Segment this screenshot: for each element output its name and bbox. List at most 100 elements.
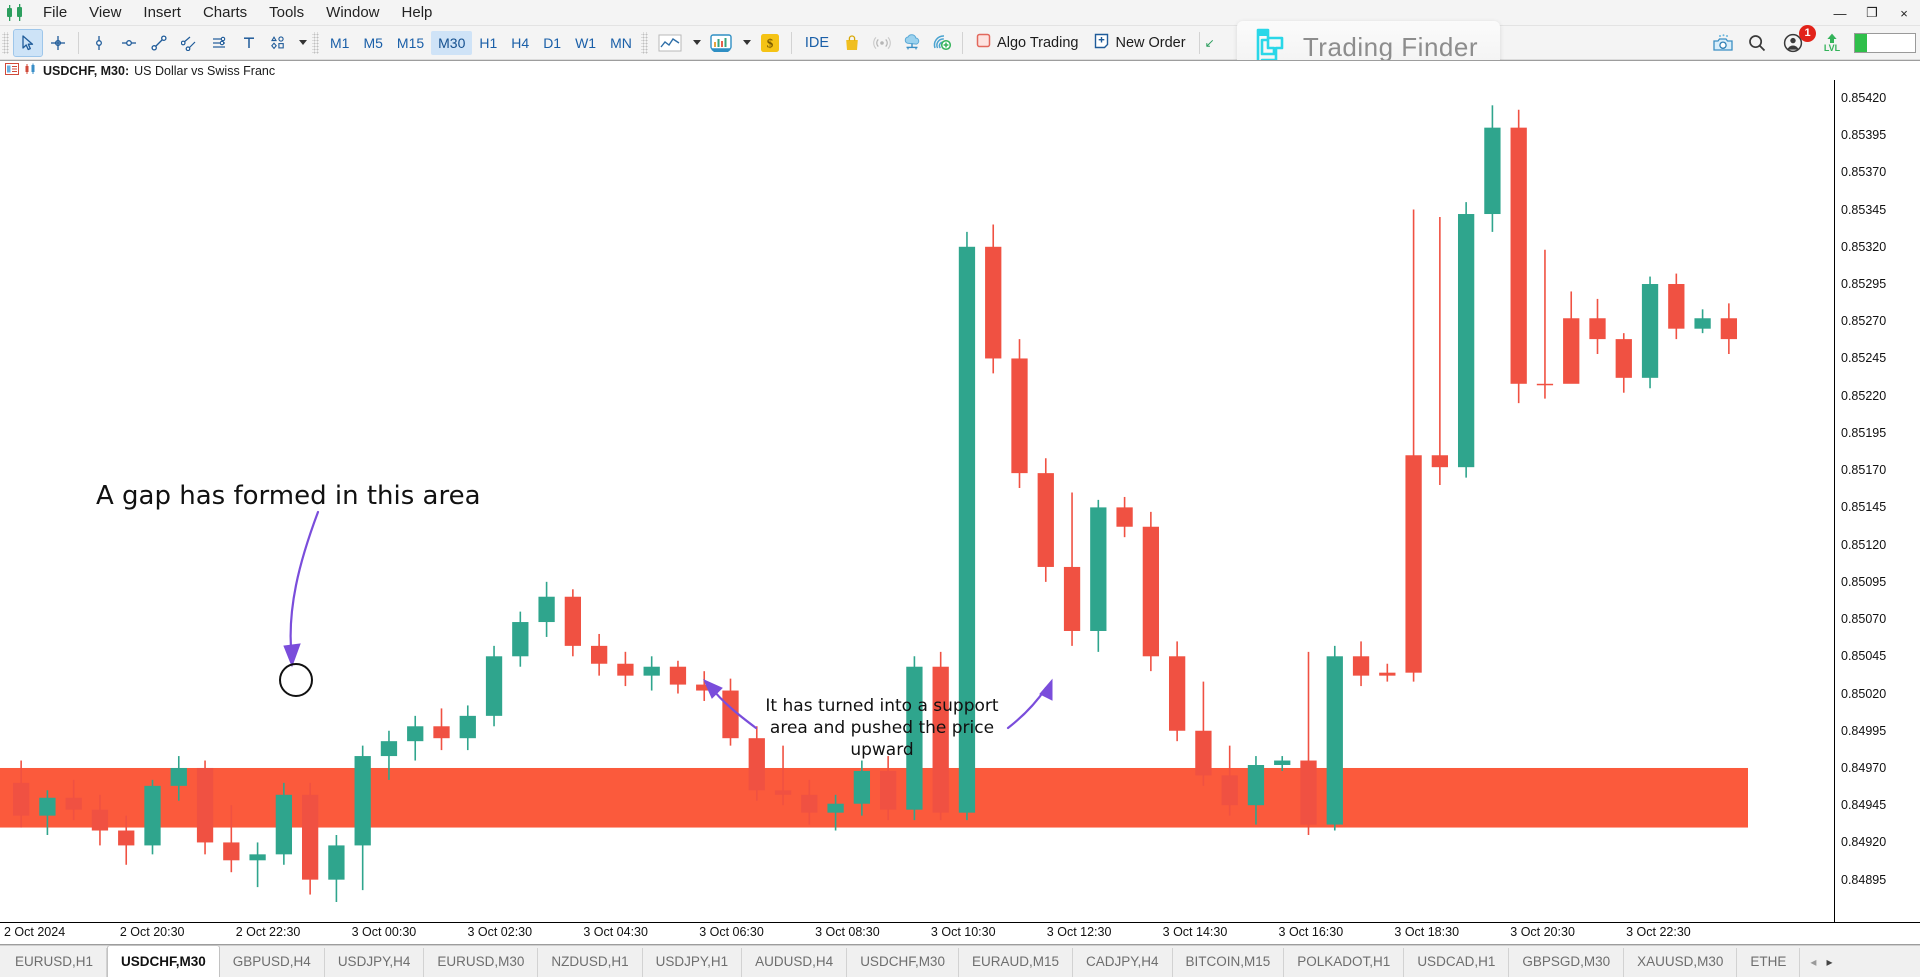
candle-body[interactable]	[879, 770, 897, 810]
candle-body[interactable]	[643, 666, 660, 676]
symbol-tab-cadjpy-h4[interactable]: CADJPY,H4	[1073, 948, 1173, 977]
candle-body[interactable]	[722, 690, 739, 739]
timeframe-m15[interactable]: M15	[390, 31, 431, 55]
vps-button[interactable]	[928, 30, 956, 56]
candle-body[interactable]	[1300, 760, 1317, 825]
symbol-tab-eurusd-h1[interactable]: EURUSD,H1	[2, 948, 108, 977]
candle-body[interactable]	[1063, 566, 1081, 631]
candle-body[interactable]	[774, 790, 792, 795]
toolbar-grip[interactable]	[2, 31, 9, 54]
candle-body[interactable]	[1011, 358, 1028, 474]
symbol-tab-ethe[interactable]: ETHE	[1737, 948, 1801, 977]
candle-body[interactable]	[1563, 318, 1580, 384]
symbol-tab-usdchf-m30[interactable]: USDCHF,M30	[107, 945, 220, 977]
trendline-tool-button[interactable]	[145, 30, 173, 56]
cursor-tool-button[interactable]	[13, 28, 43, 57]
candle-body[interactable]	[407, 726, 424, 742]
horizontal-line-tool-button[interactable]	[115, 30, 143, 56]
candle-body[interactable]	[1247, 765, 1265, 806]
candle-body[interactable]	[1037, 473, 1054, 567]
candle-body[interactable]	[1431, 455, 1449, 468]
candle-body[interactable]	[1142, 526, 1160, 657]
symbol-tab-gbpsgd-m30[interactable]: GBPSGD,M30	[1509, 948, 1625, 977]
candle-body[interactable]	[433, 726, 450, 739]
candle-body[interactable]	[538, 596, 555, 623]
symbol-tab-xauusd-m30[interactable]: XAUUSD,M30	[1624, 948, 1738, 977]
candle-body[interactable]	[827, 803, 844, 813]
candle-body[interactable]	[1510, 127, 1527, 384]
symbol-tab-usdchf-m30[interactable]: USDCHF,M30	[847, 948, 959, 977]
chart-plot-area[interactable]: 0.85420 0.85395 0.85370 0.85345 0.85320 0.852…	[0, 80, 1920, 944]
indicators-button[interactable]	[705, 30, 737, 56]
candle-body[interactable]	[1536, 383, 1554, 386]
candle-body[interactable]	[590, 645, 608, 664]
candle-body[interactable]	[801, 794, 818, 813]
symbol-tab-eurusd-m30[interactable]: EURUSD,M30	[424, 948, 539, 977]
text-label-tool-button[interactable]	[235, 30, 263, 56]
candle-body[interactable]	[1694, 318, 1711, 329]
candle-body[interactable]	[512, 622, 529, 657]
candle-body[interactable]	[249, 854, 266, 861]
candle-body[interactable]	[1641, 284, 1659, 378]
menu-item-insert[interactable]: Insert	[132, 1, 192, 25]
symbol-tab-polkadot-h1[interactable]: POLKADOT,H1	[1284, 948, 1405, 977]
candle-body[interactable]	[1405, 455, 1422, 673]
timeframe-h1[interactable]: H1	[472, 31, 504, 55]
candle-body[interactable]	[985, 246, 1002, 359]
profile-button[interactable]: 1	[1777, 25, 1816, 56]
trade-dollar-button[interactable]: $	[755, 30, 785, 56]
candle-body[interactable]	[196, 767, 214, 843]
candle-body[interactable]	[459, 715, 476, 739]
ide-button[interactable]: IDE	[797, 32, 837, 54]
candle-body[interactable]	[1274, 760, 1291, 765]
menu-item-file[interactable]: File	[32, 1, 78, 25]
candle-body[interactable]	[328, 845, 345, 880]
timeframe-m5[interactable]: M5	[356, 31, 389, 55]
toolbar-grip-3[interactable]	[640, 31, 648, 54]
candle-body[interactable]	[1379, 672, 1396, 676]
chart-window[interactable]: USDCHF, M30: US Dollar vs Swiss Franc 0.…	[0, 60, 1920, 945]
menu-item-window[interactable]: Window	[315, 1, 390, 25]
shapes-dropdown-button[interactable]	[295, 30, 309, 56]
gap-highlight-circle[interactable]	[279, 663, 313, 697]
new-order-button[interactable]: New Order	[1086, 30, 1193, 56]
chart-type-button[interactable]	[653, 30, 687, 56]
level-indicator[interactable]: LVL	[1815, 30, 1849, 56]
menu-item-view[interactable]: View	[78, 1, 132, 25]
candle-body[interactable]	[1457, 214, 1475, 468]
candle-body[interactable]	[617, 663, 634, 676]
crosshair-tool-button[interactable]	[44, 30, 72, 56]
candle-body[interactable]	[12, 782, 30, 816]
candle-body[interactable]	[65, 797, 82, 810]
menu-item-help[interactable]: Help	[391, 1, 444, 25]
candle-body[interactable]	[223, 842, 240, 861]
tab-next-button[interactable]: ▸	[1826, 955, 1832, 969]
symbol-tab-nzdusd-h1[interactable]: NZDUSD,H1	[538, 948, 643, 977]
price-axis[interactable]: 0.85420 0.85395 0.85370 0.85345 0.85320 0.852…	[1834, 80, 1920, 922]
candle-body[interactable]	[118, 830, 135, 846]
symbol-tab-usdjpy-h4[interactable]: USDJPY,H4	[325, 948, 425, 977]
timeframe-d1[interactable]: D1	[536, 31, 568, 55]
candle-body[interactable]	[1090, 507, 1107, 631]
timeframe-m30[interactable]: M30	[431, 30, 473, 55]
time-axis[interactable]: 2 Oct 2024 2 Oct 20:30 2 Oct 22:30 3 Oct 00…	[0, 922, 1920, 944]
candle-body[interactable]	[1116, 507, 1133, 527]
candle-body[interactable]	[1326, 656, 1343, 825]
symbol-tab-bitcoin-m15[interactable]: BITCOIN,M15	[1173, 948, 1285, 977]
symbol-tab-euraud-m15[interactable]: EURAUD,M15	[959, 948, 1073, 977]
menu-item-tools[interactable]: Tools	[258, 1, 315, 25]
candle-body[interactable]	[485, 656, 503, 716]
tab-prev-button[interactable]: ◂	[1810, 955, 1816, 969]
equidistant-channel-tool-button[interactable]	[175, 30, 203, 56]
symbol-tab-audusd-h4[interactable]: AUDUSD,H4	[742, 948, 848, 977]
timeframe-h4[interactable]: H4	[504, 31, 536, 55]
candle-body[interactable]	[853, 770, 871, 804]
market-button[interactable]	[838, 30, 866, 56]
chart-candles-icon[interactable]	[24, 63, 38, 78]
candle-body[interactable]	[1352, 656, 1370, 676]
candle-body[interactable]	[39, 797, 56, 816]
candle-body[interactable]	[354, 756, 371, 846]
candle-body[interactable]	[1668, 284, 1685, 329]
symbol-tab-usdcad-h1[interactable]: USDCAD,H1	[1404, 948, 1510, 977]
candle-body[interactable]	[144, 785, 161, 846]
